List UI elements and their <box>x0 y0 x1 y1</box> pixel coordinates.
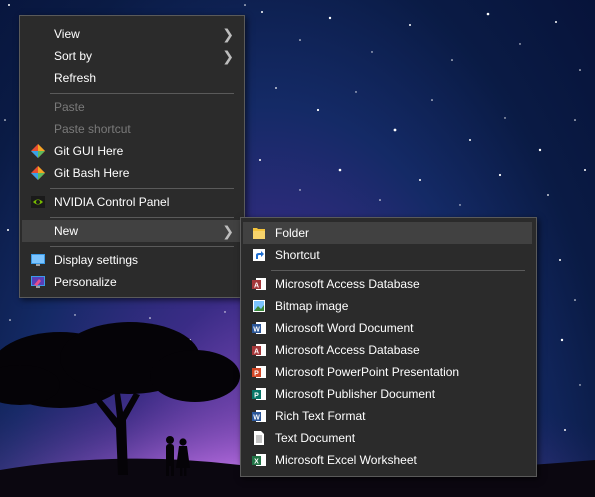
display-settings-icon <box>31 254 45 266</box>
chevron-right-icon: ❯ <box>222 223 234 239</box>
menu-item-nvidia-control-panel[interactable]: NVIDIA Control Panel <box>22 191 240 213</box>
powerpoint-icon: P <box>252 366 266 378</box>
chevron-right-icon: ❯ <box>222 48 234 64</box>
menu-item-label: Microsoft PowerPoint Presentation <box>275 365 460 379</box>
menu-item-label: Microsoft Word Document <box>275 321 414 335</box>
submenu-item-shortcut[interactable]: Shortcut <box>243 244 532 266</box>
svg-text:W: W <box>253 327 260 334</box>
menu-item-label: Refresh <box>54 71 97 85</box>
text-document-icon <box>254 431 264 445</box>
menu-item-label: Shortcut <box>275 248 320 262</box>
submenu-item-bitmap-image[interactable]: Bitmap image <box>243 295 532 317</box>
menu-separator <box>50 188 234 189</box>
submenu-item-word-document[interactable]: W Microsoft Word Document <box>243 317 532 339</box>
menu-item-label: Bitmap image <box>275 299 349 313</box>
svg-text:A: A <box>254 283 259 290</box>
word-icon: W <box>252 322 266 334</box>
submenu-item-rich-text-format[interactable]: W Rich Text Format <box>243 405 532 427</box>
menu-item-personalize[interactable]: Personalize <box>22 271 240 293</box>
menu-item-git-bash[interactable]: Git Bash Here <box>22 162 240 184</box>
submenu-item-text-document[interactable]: Text Document <box>243 427 532 449</box>
menu-item-label: Git GUI Here <box>54 144 124 158</box>
access-icon: A <box>252 344 266 356</box>
shortcut-icon <box>253 249 265 261</box>
menu-item-paste-shortcut: Paste shortcut <box>22 118 240 140</box>
submenu-item-folder[interactable]: Folder <box>243 222 532 244</box>
git-gui-icon <box>31 144 45 158</box>
menu-item-label: New <box>54 224 79 238</box>
new-submenu: Folder Shortcut A Microsoft Access Datab… <box>240 217 537 477</box>
menu-item-label: Text Document <box>275 431 356 445</box>
menu-item-new[interactable]: New ❯ <box>22 220 240 242</box>
menu-separator <box>50 246 234 247</box>
menu-separator <box>271 270 525 271</box>
desktop-background[interactable]: View ❯ Sort by ❯ Refresh Paste Paste sho… <box>0 0 595 497</box>
menu-item-label: Git Bash Here <box>54 166 130 180</box>
git-bash-icon <box>31 166 45 180</box>
access-icon: A <box>252 278 266 290</box>
menu-item-label: Display settings <box>54 253 139 267</box>
menu-item-label: Microsoft Excel Worksheet <box>275 453 417 467</box>
menu-item-display-settings[interactable]: Display settings <box>22 249 240 271</box>
submenu-item-powerpoint-presentation[interactable]: P Microsoft PowerPoint Presentation <box>243 361 532 383</box>
menu-item-label: Microsoft Publisher Document <box>275 387 436 401</box>
svg-text:A: A <box>254 349 259 356</box>
menu-item-label: Microsoft Access Database <box>275 277 420 291</box>
personalize-icon <box>31 276 45 288</box>
menu-item-label: Sort by <box>54 49 93 63</box>
excel-icon: X <box>252 454 266 466</box>
bitmap-icon <box>253 300 265 312</box>
submenu-item-excel-worksheet[interactable]: X Microsoft Excel Worksheet <box>243 449 532 471</box>
submenu-item-access-database[interactable]: A Microsoft Access Database <box>243 273 532 295</box>
menu-item-git-gui[interactable]: Git GUI Here <box>22 140 240 162</box>
folder-icon <box>253 228 265 239</box>
submenu-item-access-database-2[interactable]: A Microsoft Access Database <box>243 339 532 361</box>
menu-separator <box>50 93 234 94</box>
submenu-item-publisher-document[interactable]: P Microsoft Publisher Document <box>243 383 532 405</box>
svg-text:P: P <box>254 393 259 400</box>
menu-item-label: NVIDIA Control Panel <box>54 195 170 209</box>
menu-item-refresh[interactable]: Refresh <box>22 67 240 89</box>
chevron-right-icon: ❯ <box>222 26 234 42</box>
nvidia-icon <box>31 196 45 208</box>
menu-item-sort-by[interactable]: Sort by ❯ <box>22 45 240 67</box>
menu-item-label: Microsoft Access Database <box>275 343 420 357</box>
menu-item-label: Folder <box>275 226 310 240</box>
publisher-icon: P <box>252 388 266 400</box>
menu-item-label: View <box>54 27 80 41</box>
svg-text:W: W <box>253 415 260 422</box>
menu-item-label: Rich Text Format <box>275 409 366 423</box>
menu-item-label: Paste shortcut <box>54 122 131 136</box>
menu-item-paste: Paste <box>22 96 240 118</box>
desktop-context-menu: View ❯ Sort by ❯ Refresh Paste Paste sho… <box>19 15 245 298</box>
rtf-icon: W <box>252 410 266 422</box>
svg-text:X: X <box>254 459 259 466</box>
menu-item-view[interactable]: View ❯ <box>22 23 240 45</box>
menu-item-label: Personalize <box>54 275 117 289</box>
menu-separator <box>50 217 234 218</box>
menu-item-label: Paste <box>54 100 85 114</box>
svg-text:P: P <box>254 371 259 378</box>
